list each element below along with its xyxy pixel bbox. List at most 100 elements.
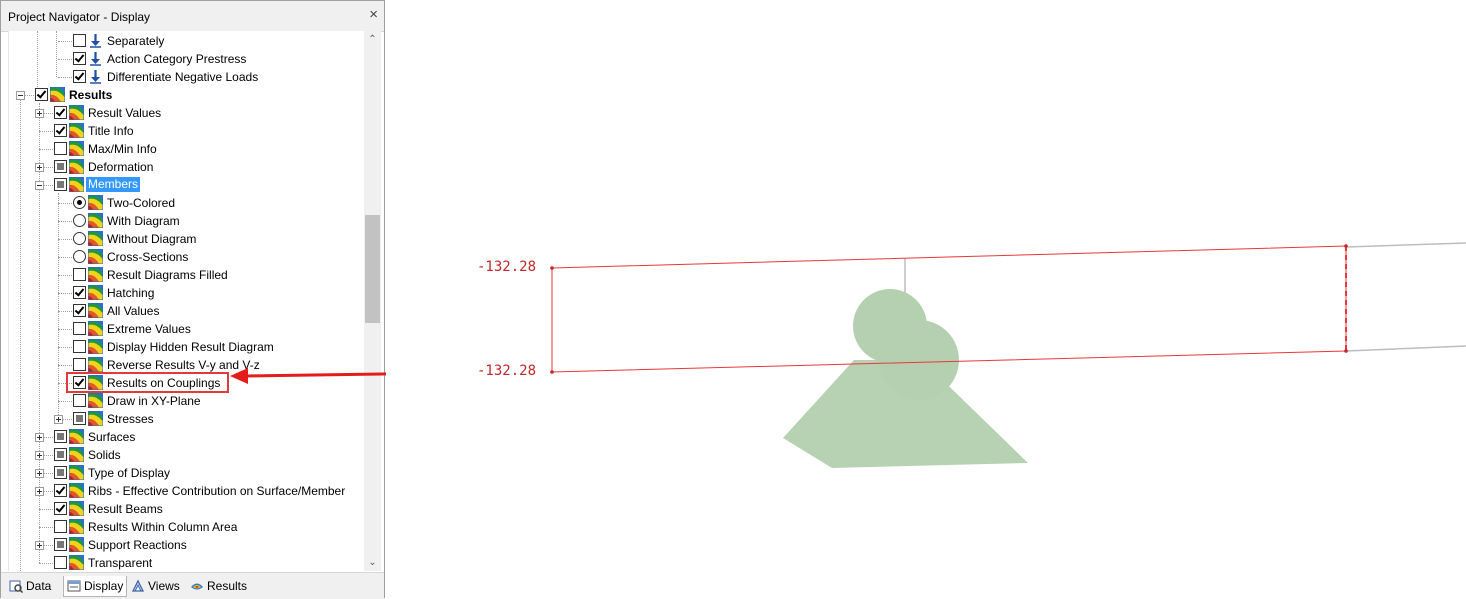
close-icon[interactable]: ×: [369, 6, 378, 23]
expand-icon[interactable]: [35, 109, 44, 118]
tree-item-label: Separately: [107, 34, 165, 48]
viewport-graphics: [550, 242, 1466, 468]
scroll-up-icon[interactable]: ⌃: [364, 31, 381, 48]
results-icon: [69, 141, 84, 156]
expand-icon[interactable]: [35, 163, 44, 172]
checkbox[interactable]: [73, 268, 86, 281]
model-viewport[interactable]: -132.28 -132.28: [386, 0, 1466, 599]
tree-item-result-beams[interactable]: Result Beams: [9, 500, 365, 518]
tree-item-support-reactions[interactable]: Support Reactions: [9, 536, 365, 554]
checkbox[interactable]: [73, 322, 86, 335]
checkbox[interactable]: [54, 448, 67, 461]
tree-item-differentiate-negative-loads[interactable]: Differentiate Negative Loads: [9, 68, 365, 86]
checkbox[interactable]: [73, 70, 86, 83]
tree-item-all-values[interactable]: All Values: [9, 302, 365, 320]
tab-display[interactable]: Display: [63, 576, 128, 597]
tree-item-results-within-column-area[interactable]: Results Within Column Area: [9, 518, 365, 536]
expand-icon[interactable]: [54, 415, 63, 424]
tree-item-label: Differentiate Negative Loads: [107, 70, 259, 84]
tree-item-extreme-values[interactable]: Extreme Values: [9, 320, 365, 338]
checkbox[interactable]: [54, 502, 67, 515]
results-icon: [69, 555, 84, 570]
checkbox[interactable]: [54, 520, 67, 533]
navigator-tabs: Data Display Views Results: [1, 572, 384, 599]
member-bottom: [1345, 345, 1466, 352]
tree-item-cross-sections[interactable]: Cross-Sections: [9, 248, 365, 266]
tree-item-hatching[interactable]: Hatching: [9, 284, 365, 302]
checkbox[interactable]: [73, 34, 86, 47]
tree-item-stresses[interactable]: Stresses: [9, 410, 365, 428]
radio-button[interactable]: [73, 214, 86, 227]
scroll-down-icon[interactable]: ⌄: [364, 554, 381, 571]
tab-results[interactable]: Results: [190, 576, 247, 596]
checkbox[interactable]: [73, 340, 86, 353]
expand-icon[interactable]: [35, 487, 44, 496]
checkbox[interactable]: [54, 484, 67, 497]
collapse-icon[interactable]: [16, 91, 25, 100]
tree-item-solids[interactable]: Solids: [9, 446, 365, 464]
tree-guide-line: [58, 365, 72, 366]
results-icon: [69, 105, 84, 120]
tree-item-separately[interactable]: Separately: [9, 32, 365, 50]
expand-icon[interactable]: [35, 451, 44, 460]
tree-item-two-colored[interactable]: Two-Colored: [9, 194, 365, 212]
results-icon: [69, 159, 84, 174]
checkbox[interactable]: [54, 178, 67, 191]
tree-item-surfaces[interactable]: Surfaces: [9, 428, 365, 446]
tree-item-label: Max/Min Info: [88, 142, 157, 156]
tree-item-label: Result Values: [88, 106, 162, 120]
tree-item-action-category-prestress[interactable]: Action Category Prestress: [9, 50, 365, 68]
display-icon: [67, 580, 81, 592]
expand-icon[interactable]: [35, 469, 44, 478]
tree-item-display-hidden-result-diagram[interactable]: Display Hidden Result Diagram: [9, 338, 365, 356]
tree-item-max-min-info[interactable]: Max/Min Info: [9, 140, 365, 158]
tree-item-ribs-effective-contribution-on-surface-member[interactable]: Ribs - Effective Contribution on Surface…: [9, 482, 365, 500]
tree-item-result-diagrams-filled[interactable]: Result Diagrams Filled: [9, 266, 365, 284]
checkbox[interactable]: [54, 430, 67, 443]
checkbox[interactable]: [54, 142, 67, 155]
collapse-icon[interactable]: [35, 181, 44, 190]
checkbox[interactable]: [54, 466, 67, 479]
tree-item-result-values[interactable]: Result Values: [9, 104, 365, 122]
tree-item-with-diagram[interactable]: With Diagram: [9, 212, 365, 230]
tree-item-deformation[interactable]: Deformation: [9, 158, 365, 176]
tree-guide-line: [58, 311, 72, 312]
checkbox[interactable]: [54, 160, 67, 173]
checkbox[interactable]: [73, 412, 86, 425]
tree-item-transparent[interactable]: Transparent: [9, 554, 365, 571]
tree-guide-line: [58, 59, 72, 60]
tree-guide-line: [58, 41, 72, 42]
tree-item-label: Two-Colored: [107, 196, 176, 210]
checkbox[interactable]: [73, 358, 86, 371]
tree-item-type-of-display[interactable]: Type of Display: [9, 464, 365, 482]
checkbox[interactable]: [54, 538, 67, 551]
tree-guide-line: [58, 203, 72, 204]
tree-item-members[interactable]: Members: [9, 176, 365, 194]
tree-item-without-diagram[interactable]: Without Diagram: [9, 230, 365, 248]
expand-icon[interactable]: [35, 433, 44, 442]
checkbox[interactable]: [73, 286, 86, 299]
tree-item-label: Results Within Column Area: [88, 520, 238, 534]
tree-guide-line: [39, 131, 53, 132]
expand-icon[interactable]: [35, 541, 44, 550]
checkbox[interactable]: [54, 124, 67, 137]
checkbox[interactable]: [54, 556, 67, 569]
tree-item-title-info[interactable]: Title Info: [9, 122, 365, 140]
scroll-thumb[interactable]: [365, 215, 380, 323]
radio-button[interactable]: [73, 196, 86, 209]
results-icon: [69, 501, 84, 516]
tab-views[interactable]: Views: [131, 576, 180, 596]
tree-scrollbar[interactable]: ⌃ ⌄: [364, 31, 381, 571]
tab-data[interactable]: Data: [9, 576, 51, 596]
checkbox[interactable]: [73, 394, 86, 407]
checkbox[interactable]: [73, 52, 86, 65]
results-icon: [69, 177, 84, 192]
checkbox[interactable]: [35, 88, 48, 101]
checkbox[interactable]: [54, 106, 67, 119]
tree-item-draw-in-xy-plane[interactable]: Draw in XY-Plane: [9, 392, 365, 410]
checkbox[interactable]: [73, 304, 86, 317]
tab-views-label: Views: [148, 579, 180, 593]
tree-item-results[interactable]: Results: [9, 86, 365, 104]
radio-button[interactable]: [73, 232, 86, 245]
radio-button[interactable]: [73, 250, 86, 263]
